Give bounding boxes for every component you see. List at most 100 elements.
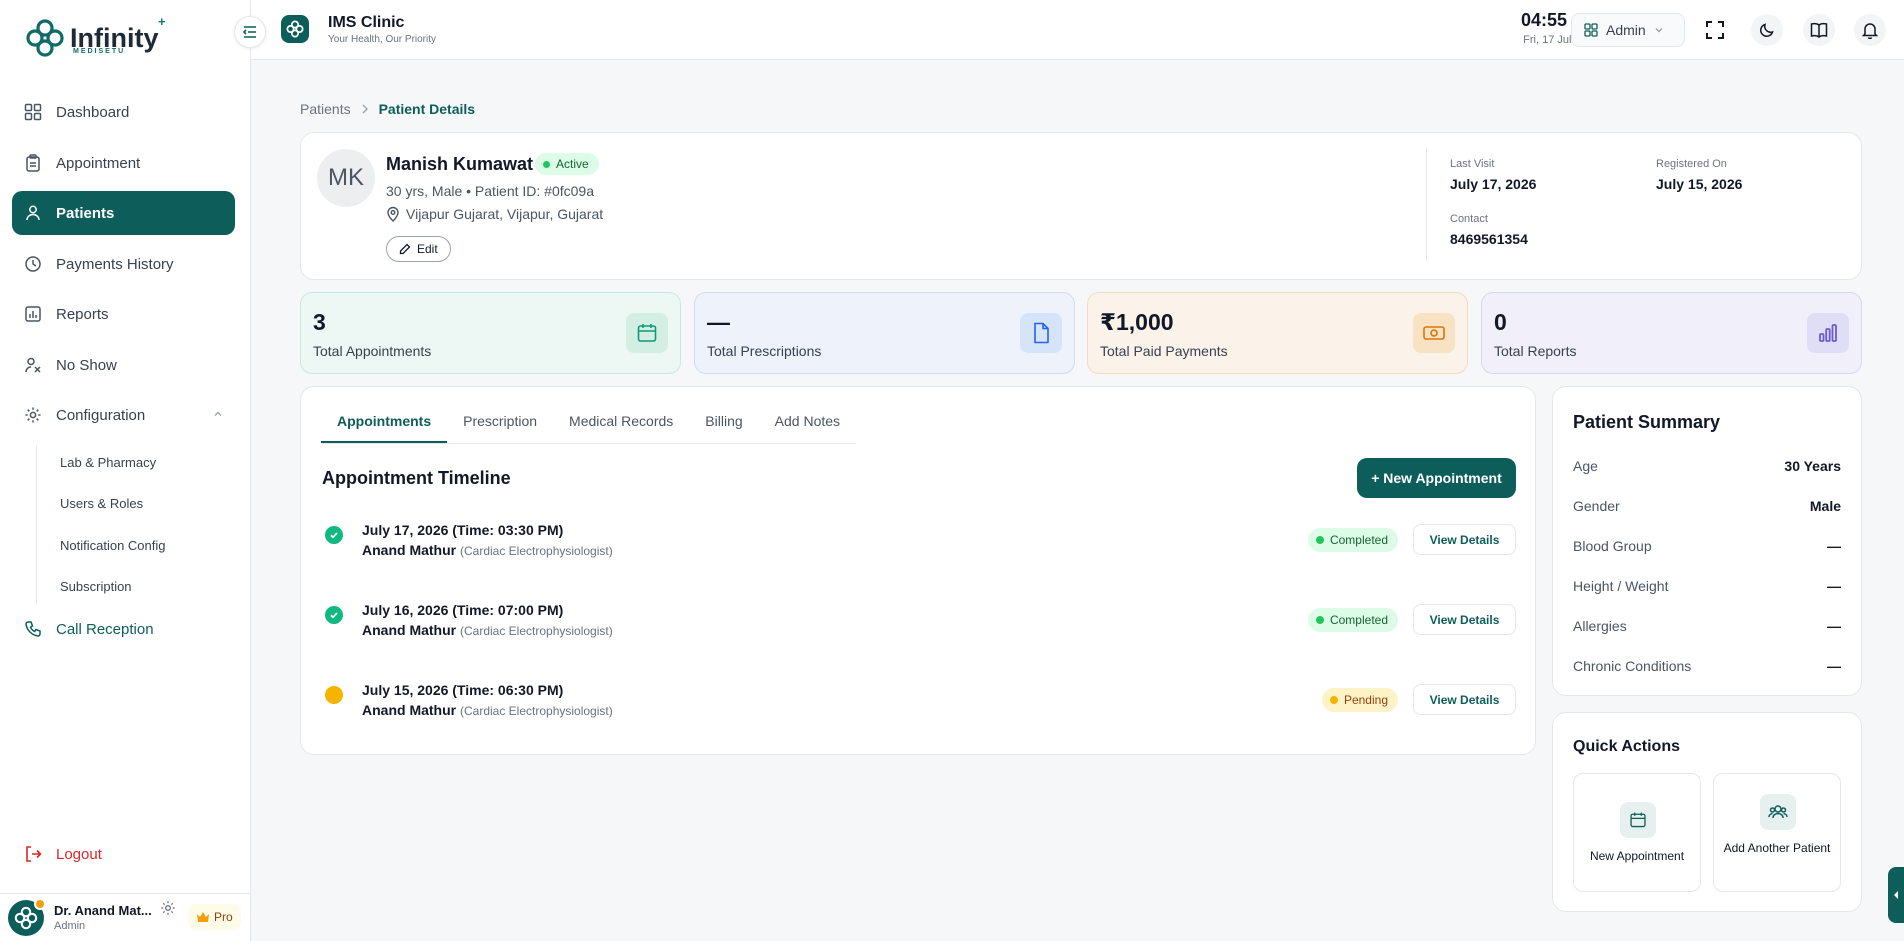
quick-new-appointment-button[interactable]: New Appointment xyxy=(1573,773,1701,892)
nav-payments-history[interactable]: Payments History xyxy=(12,242,235,286)
role-select[interactable]: Admin xyxy=(1571,13,1685,47)
status-dot xyxy=(1315,616,1324,624)
moon-icon xyxy=(1759,22,1775,38)
submenu-divider xyxy=(36,446,37,604)
chevron-left-icon xyxy=(1892,890,1900,900)
nav-label: Appointment xyxy=(56,154,141,172)
nav-dashboard[interactable]: Dashboard xyxy=(12,90,235,134)
edit-patient-button[interactable]: Edit xyxy=(386,236,451,262)
last-visit-value: July 17, 2026 xyxy=(1450,176,1537,192)
summary-key: Gender xyxy=(1573,498,1620,514)
brand-sub: MEDISETU xyxy=(73,48,126,55)
patient-profile-card: MK Manish Kumawat Active 30 yrs, Male • … xyxy=(300,132,1862,280)
nav-patients[interactable]: Patients xyxy=(12,191,235,235)
nav-reports[interactable]: Reports xyxy=(12,292,235,336)
summary-row-gender: Gender Male xyxy=(1573,498,1841,514)
breadcrumb-parent[interactable]: Patients xyxy=(300,101,351,117)
theme-toggle-button[interactable] xyxy=(1751,14,1783,46)
tab-prescription[interactable]: Prescription xyxy=(447,409,553,443)
check-circle-icon xyxy=(325,606,343,624)
tab-billing[interactable]: Billing xyxy=(689,409,758,443)
status-badge: Pending xyxy=(1321,688,1398,712)
summary-row-chronic-conditions: Chronic Conditions — xyxy=(1573,658,1841,674)
stat-value: 0 xyxy=(1494,309,1507,335)
chevron-up-icon[interactable] xyxy=(213,409,223,419)
timeline-item: July 16, 2026 (Time: 07:00 PM) Anand Mat… xyxy=(322,602,1516,652)
nav-label: Dashboard xyxy=(56,103,130,121)
fullscreen-button[interactable] xyxy=(1699,14,1731,46)
stat-value: ₹1,000 xyxy=(1100,309,1174,335)
call-reception-link[interactable]: Call Reception xyxy=(24,620,154,638)
dashboard-icon xyxy=(24,103,42,121)
bar-chart-icon xyxy=(1807,313,1849,353)
new-appointment-button[interactable]: + New Appointment xyxy=(1357,458,1516,498)
summary-row-height-weight: Height / Weight — xyxy=(1573,578,1841,594)
breadcrumb-current: Patient Details xyxy=(378,101,476,117)
view-details-button[interactable]: View Details xyxy=(1413,684,1516,715)
tab-appointments[interactable]: Appointments xyxy=(321,409,448,443)
calendar-icon xyxy=(626,313,668,353)
doctor-name: Anand Mathur xyxy=(362,622,457,638)
user-profile[interactable]: Dr. Anand Mat... Admin Pro xyxy=(0,893,251,941)
subnav-users-roles[interactable]: Users & Roles xyxy=(60,496,143,511)
avatar[interactable] xyxy=(8,898,46,936)
clinic-logo-icon xyxy=(281,15,309,43)
tab-add-notes[interactable]: Add Notes xyxy=(759,409,856,443)
user-role: Admin xyxy=(54,920,86,932)
stat-total-appointments: 3 Total Appointments xyxy=(300,292,681,374)
file-icon xyxy=(1020,313,1062,353)
settings-icon[interactable] xyxy=(160,900,176,916)
summary-value: 30 Years xyxy=(1784,458,1841,474)
nav-no-show[interactable]: No Show xyxy=(12,343,235,387)
side-panel-toggle[interactable] xyxy=(1888,867,1904,923)
timeline-item: July 15, 2026 (Time: 06:30 PM) Anand Mat… xyxy=(322,682,1516,732)
stat-label: Total Paid Payments xyxy=(1100,343,1228,359)
stat-value: 3 xyxy=(313,309,326,335)
status-dot xyxy=(1329,696,1338,704)
doctor-specialty: (Cardiac Electrophysiologist) xyxy=(460,624,613,638)
profile-divider xyxy=(1426,149,1427,261)
status-badge: Completed xyxy=(1307,528,1398,552)
summary-row-age: Age 30 Years xyxy=(1573,458,1841,474)
user-name: Dr. Anand Mat... xyxy=(54,903,152,918)
guide-button[interactable] xyxy=(1803,14,1835,46)
nav-configuration[interactable]: Configuration xyxy=(12,393,235,437)
nav-label: Configuration xyxy=(56,406,146,424)
sidebar-toggle-button[interactable] xyxy=(234,16,266,48)
summary-value: — xyxy=(1827,658,1841,674)
nav-label: Payments History xyxy=(56,255,174,273)
summary-key: Height / Weight xyxy=(1573,578,1669,594)
tab-medical-records[interactable]: Medical Records xyxy=(553,409,689,443)
view-details-button[interactable]: View Details xyxy=(1413,604,1516,635)
subnav-notification-config[interactable]: Notification Config xyxy=(60,538,166,553)
fullscreen-icon xyxy=(1705,20,1725,40)
quick-add-patient-button[interactable]: Add Another Patient xyxy=(1713,773,1841,892)
topbar: IMS Clinic Your Health, Our Priority 04:… xyxy=(251,0,1904,60)
brand-logo[interactable]: Infinity + MEDISETU xyxy=(26,14,166,58)
history-icon xyxy=(24,255,42,273)
chevron-right-icon xyxy=(361,104,369,114)
notifications-button[interactable] xyxy=(1854,14,1886,46)
summary-row-blood-group: Blood Group — xyxy=(1573,538,1841,554)
doctor-specialty: (Cardiac Electrophysiologist) xyxy=(460,544,613,558)
edit-label: Edit xyxy=(417,242,438,256)
subnav-lab-pharmacy[interactable]: Lab & Pharmacy xyxy=(60,455,156,470)
status-label: Active xyxy=(556,157,589,171)
appointment-datetime: July 15, 2026 (Time: 06:30 PM) xyxy=(362,682,564,698)
plan-badge[interactable]: Pro xyxy=(188,904,241,930)
doctor-name: Anand Mathur xyxy=(362,702,457,718)
breadcrumb: Patients Patient Details xyxy=(300,101,475,117)
stat-total-prescriptions: — Total Prescriptions xyxy=(694,292,1075,374)
book-open-icon xyxy=(1810,22,1828,38)
brand-plus: + xyxy=(158,14,166,29)
subnav-subscription[interactable]: Subscription xyxy=(60,579,132,594)
patient-location: Vijapur Gujarat, Vijapur, Gujarat xyxy=(386,206,603,222)
view-details-button[interactable]: View Details xyxy=(1413,524,1516,555)
nav-appointment[interactable]: Appointment xyxy=(12,141,235,185)
calendar-icon xyxy=(1620,802,1656,838)
clipboard-icon xyxy=(24,154,42,172)
logout-button[interactable]: Logout xyxy=(24,845,102,863)
logout-icon xyxy=(24,845,42,863)
cash-icon xyxy=(1413,313,1455,353)
logout-label: Logout xyxy=(56,845,102,863)
